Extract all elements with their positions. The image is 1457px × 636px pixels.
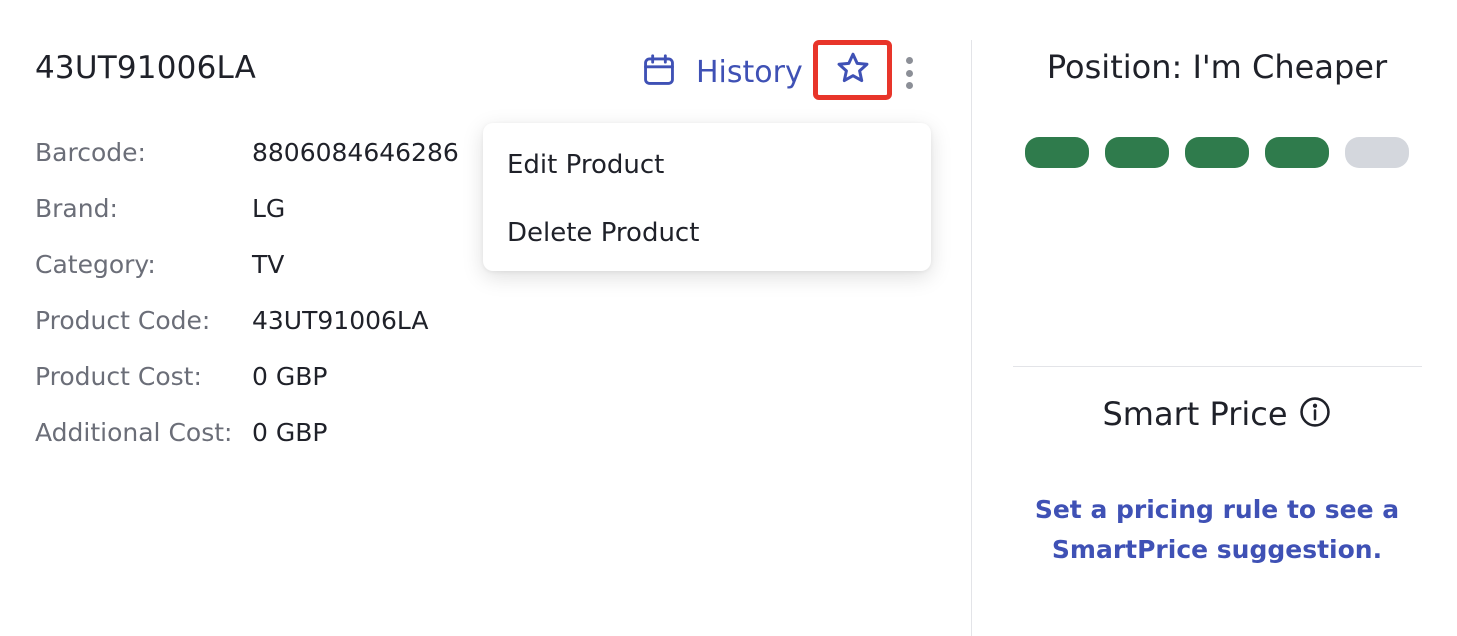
detail-label: Product Code: (35, 306, 211, 335)
position-level-segment (1025, 137, 1089, 168)
detail-label: Barcode: (35, 138, 146, 167)
position-title: Position: I'm Cheaper (1046, 48, 1388, 86)
position-level-segment (1265, 137, 1329, 168)
detail-value: 0 GBP (252, 362, 328, 391)
more-options-button[interactable] (897, 55, 921, 91)
detail-value: 8806084646286 (252, 138, 459, 167)
product-title: 43UT91006LA (35, 50, 257, 86)
detail-row-brand: Brand: LG (35, 194, 459, 250)
menu-item-delete-product[interactable]: Delete Product (483, 199, 931, 267)
position-level-segment (1185, 137, 1249, 168)
kebab-menu-icon (905, 57, 913, 64)
position-level-indicator (1025, 137, 1409, 168)
section-divider (1013, 366, 1422, 367)
history-button[interactable]: History (640, 52, 803, 92)
favorite-star-button[interactable] (813, 40, 892, 100)
calendar-icon (640, 51, 678, 93)
history-label: History (696, 54, 803, 90)
detail-label: Category: (35, 250, 156, 279)
smart-price-message[interactable]: Set a pricing rule to see a SmartPrice s… (972, 490, 1457, 570)
info-icon[interactable] (1298, 395, 1332, 433)
detail-row-additional-cost: Additional Cost: 0 GBP (35, 418, 459, 474)
detail-label: Additional Cost: (35, 418, 233, 447)
smart-price-heading: Smart Price (972, 395, 1457, 433)
menu-item-edit-product[interactable]: Edit Product (483, 131, 931, 199)
product-details-list: Barcode: 8806084646286 Brand: LG Categor… (35, 138, 459, 474)
detail-row-barcode: Barcode: 8806084646286 (35, 138, 459, 194)
detail-row-product-cost: Product Cost: 0 GBP (35, 362, 459, 418)
smart-price-title: Smart Price (1102, 395, 1288, 433)
position-level-segment (1345, 137, 1409, 168)
pricing-panel: Position: I'm Cheaper Smart Price Set a … (972, 0, 1457, 636)
star-outline-icon (835, 50, 871, 90)
detail-value: 0 GBP (252, 418, 328, 447)
detail-value: TV (252, 250, 285, 279)
detail-row-category: Category: TV (35, 250, 459, 306)
detail-value: 43UT91006LA (252, 306, 429, 335)
product-details-panel: 43UT91006LA History Barcode: 88060846462… (0, 0, 970, 636)
position-level-segment (1105, 137, 1169, 168)
detail-value: LG (252, 194, 286, 223)
product-options-menu: Edit Product Delete Product (483, 123, 931, 271)
detail-row-product-code: Product Code: 43UT91006LA (35, 306, 459, 362)
detail-label: Brand: (35, 194, 118, 223)
detail-label: Product Cost: (35, 362, 202, 391)
